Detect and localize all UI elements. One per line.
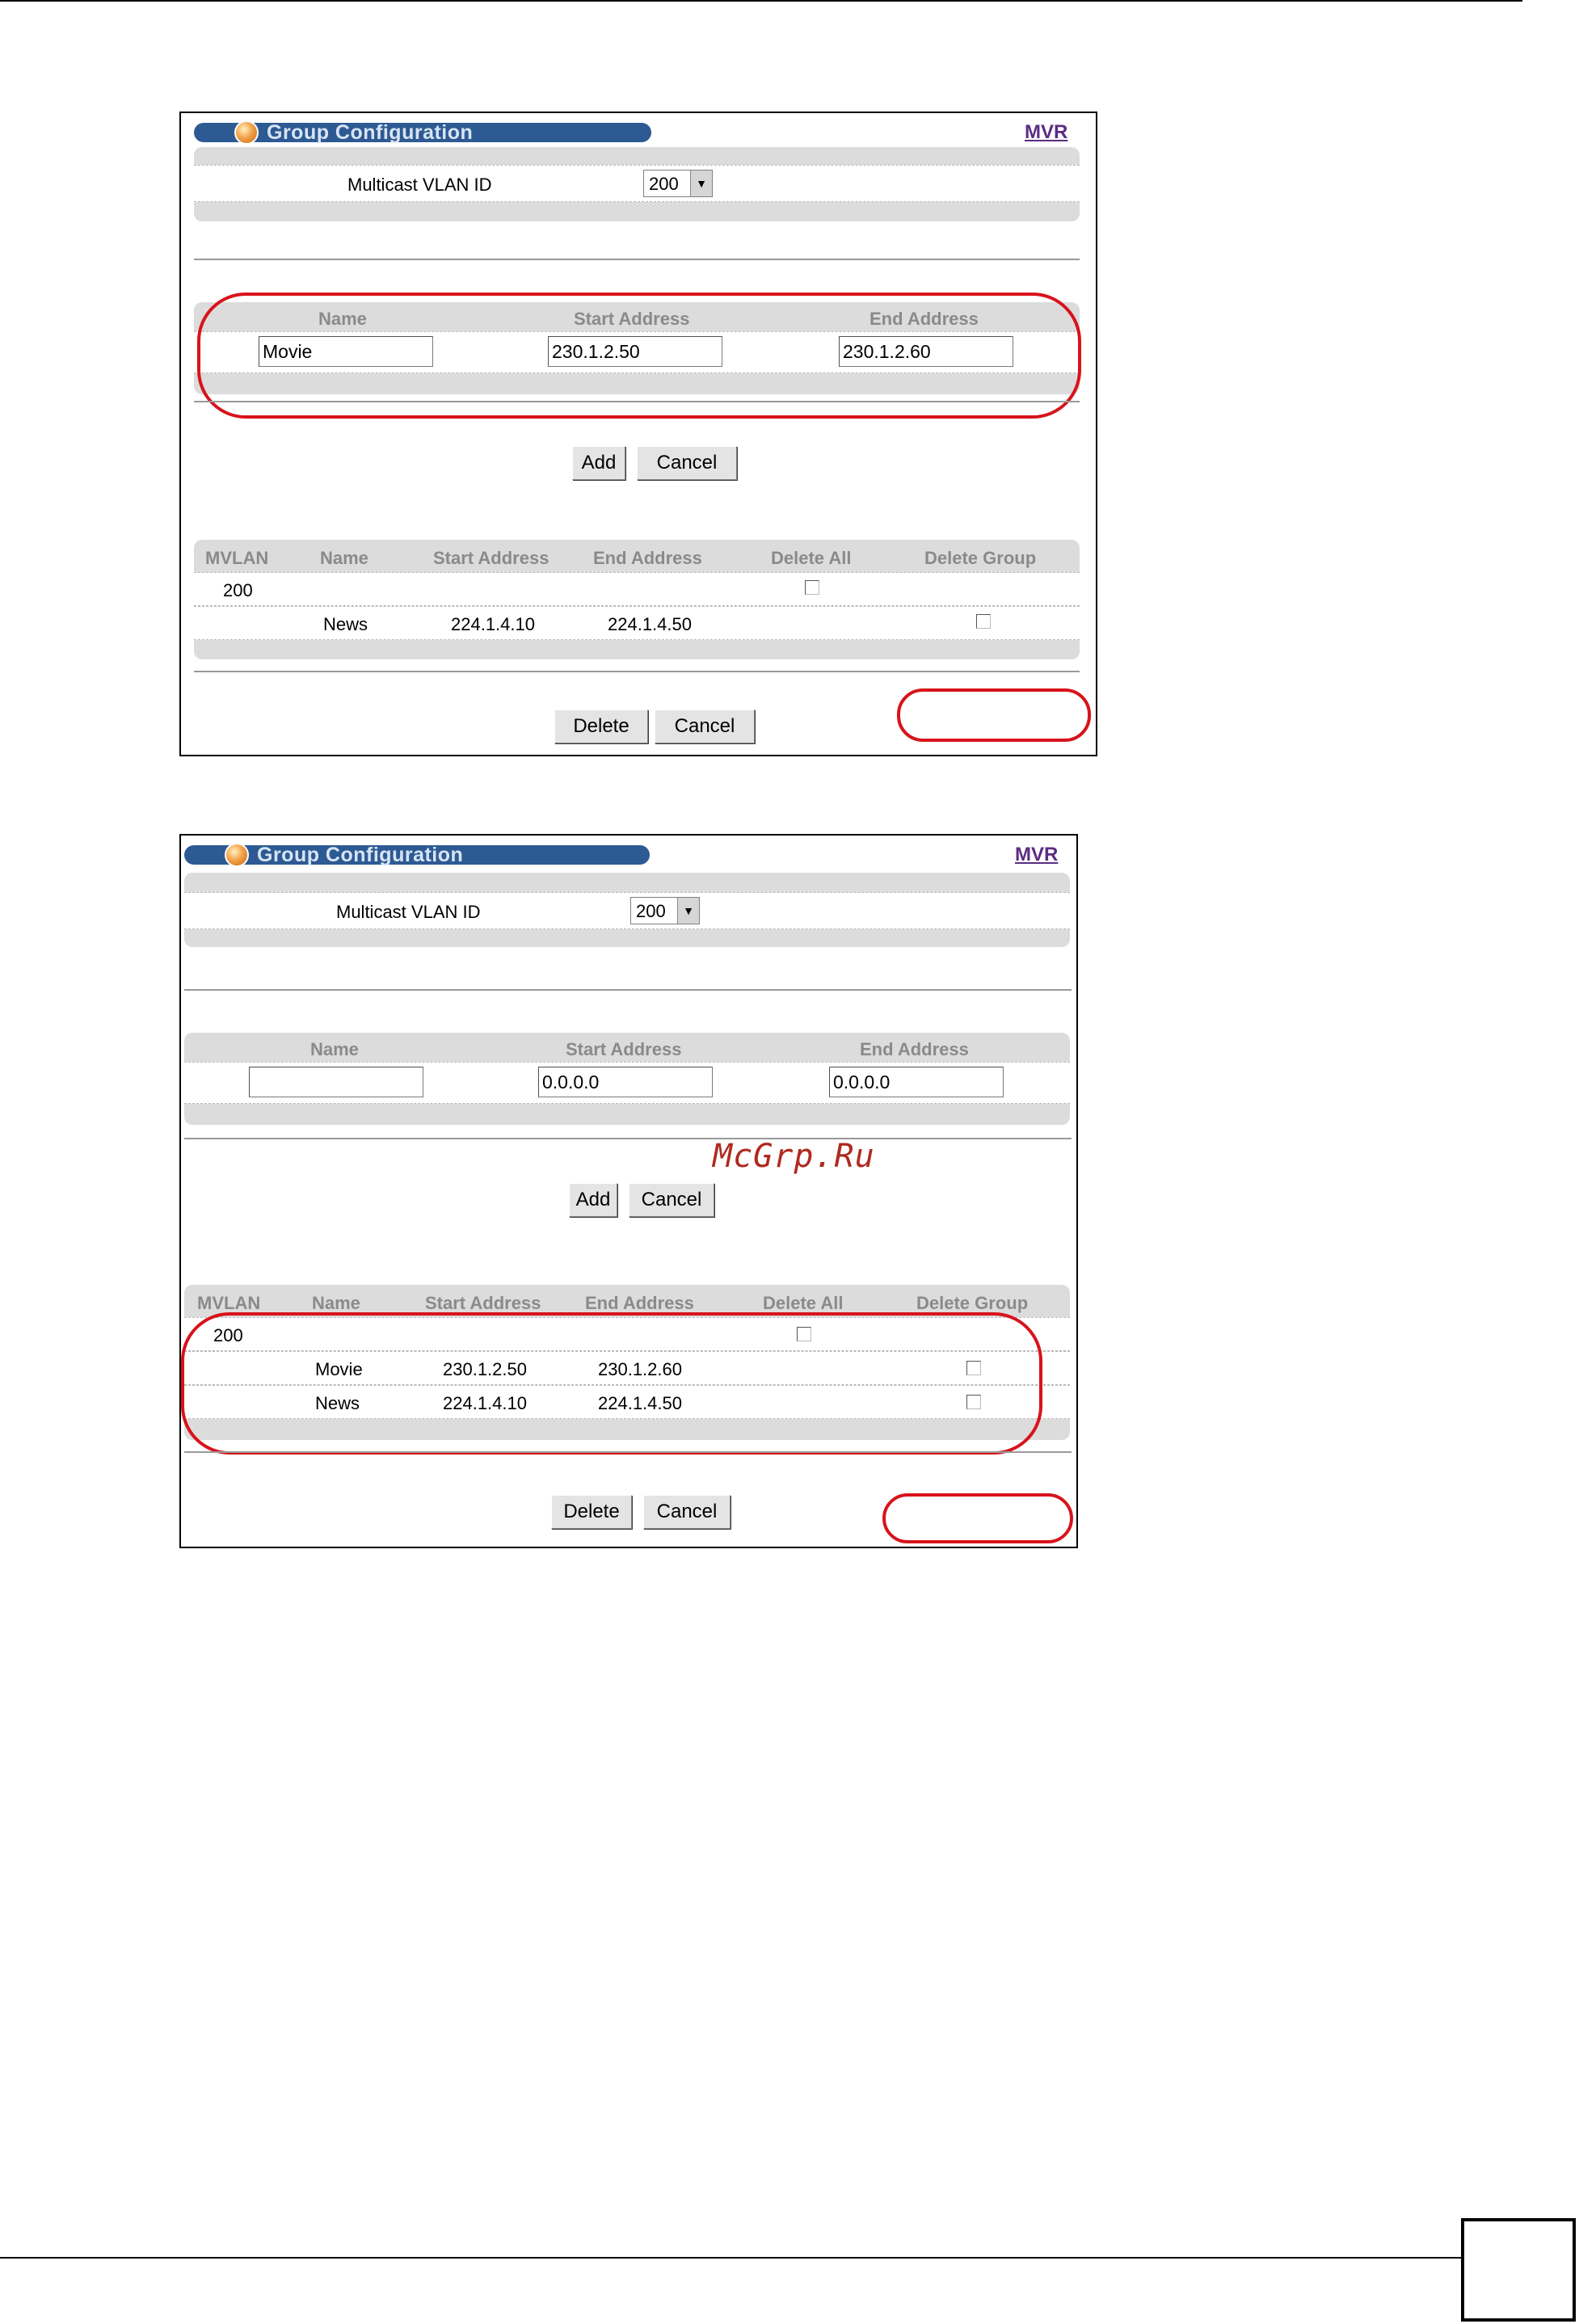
annotation-circle [197, 293, 1081, 419]
chevron-down-icon: ▼ [677, 898, 699, 924]
col-end-address: End Address [593, 548, 702, 568]
divider [184, 1138, 1072, 1139]
name-header: Name [310, 1039, 359, 1059]
delete-all-checkbox[interactable] [805, 580, 819, 595]
col-start-address: Start Address [433, 548, 549, 568]
col-mvlan: MVLAN [205, 548, 269, 568]
group-start-address: 224.1.4.10 [451, 614, 535, 634]
mvr-link[interactable]: MVR [1025, 121, 1067, 144]
title-bar: Group Configuration [184, 843, 650, 867]
delete-button[interactable]: Delete [554, 709, 648, 743]
cancel-button[interactable]: Cancel [637, 446, 737, 480]
group-end-address: 224.1.4.50 [608, 614, 692, 634]
start-address-header: Start Address [566, 1039, 682, 1059]
divider [194, 671, 1080, 672]
col-start-address: Start Address [425, 1293, 541, 1313]
name-input[interactable] [249, 1067, 423, 1097]
col-delete-group: Delete Group [924, 548, 1037, 568]
group-configuration-screen-1: Group Configuration MVR Multicast VLAN I… [179, 112, 1097, 756]
page-number-box [1461, 2218, 1576, 2322]
multicast-vlan-select[interactable]: 200 ▼ [630, 897, 700, 924]
mvlan-value: 200 [223, 580, 253, 600]
cancel-button[interactable]: Cancel [629, 1183, 714, 1217]
add-button[interactable]: Add [569, 1183, 617, 1217]
col-name: Name [312, 1293, 360, 1313]
col-end-address: End Address [585, 1293, 694, 1313]
chevron-down-icon: ▼ [690, 171, 712, 196]
add-button[interactable]: Add [572, 446, 625, 480]
orb-icon [225, 843, 249, 867]
end-address-header: End Address [860, 1039, 969, 1059]
page-title: Group Configuration [257, 844, 464, 866]
delete-group-checkbox[interactable] [976, 614, 991, 629]
col-delete-all: Delete All [763, 1293, 844, 1313]
divider [184, 989, 1072, 991]
delete-button[interactable]: Delete [551, 1495, 632, 1529]
group-name: News [323, 614, 368, 634]
vlan-row [194, 165, 1080, 202]
table-row [194, 572, 1080, 606]
orb-icon [234, 120, 259, 145]
start-address-input[interactable] [538, 1067, 713, 1097]
col-name: Name [320, 548, 368, 568]
mvr-link[interactable]: MVR [1015, 844, 1058, 866]
col-delete-all: Delete All [771, 548, 852, 568]
divider [184, 1451, 1072, 1453]
multicast-vlan-label: Multicast VLAN ID [347, 175, 492, 195]
annotation-circle [897, 688, 1091, 742]
cancel-button[interactable]: Cancel [655, 709, 755, 743]
annotation-circle [882, 1493, 1073, 1543]
page-title: Group Configuration [267, 121, 474, 144]
multicast-vlan-label: Multicast VLAN ID [336, 902, 481, 922]
multicast-vlan-select[interactable]: 200 ▼ [643, 170, 713, 197]
vlan-row [184, 892, 1070, 929]
col-delete-group: Delete Group [916, 1293, 1029, 1313]
cancel-button[interactable]: Cancel [643, 1495, 731, 1529]
divider [194, 401, 1080, 402]
annotation-circle [181, 1312, 1042, 1455]
divider [194, 259, 1080, 260]
col-mvlan: MVLAN [197, 1293, 261, 1313]
group-configuration-screen-2: Group Configuration MVR Multicast VLAN I… [179, 834, 1078, 1548]
end-address-input[interactable] [829, 1067, 1004, 1097]
watermark: McGrp.Ru [713, 1138, 875, 1175]
title-bar: Group Configuration [194, 120, 651, 145]
page-top-rule [0, 0, 1522, 2]
page-bottom-rule [0, 2257, 1463, 2259]
